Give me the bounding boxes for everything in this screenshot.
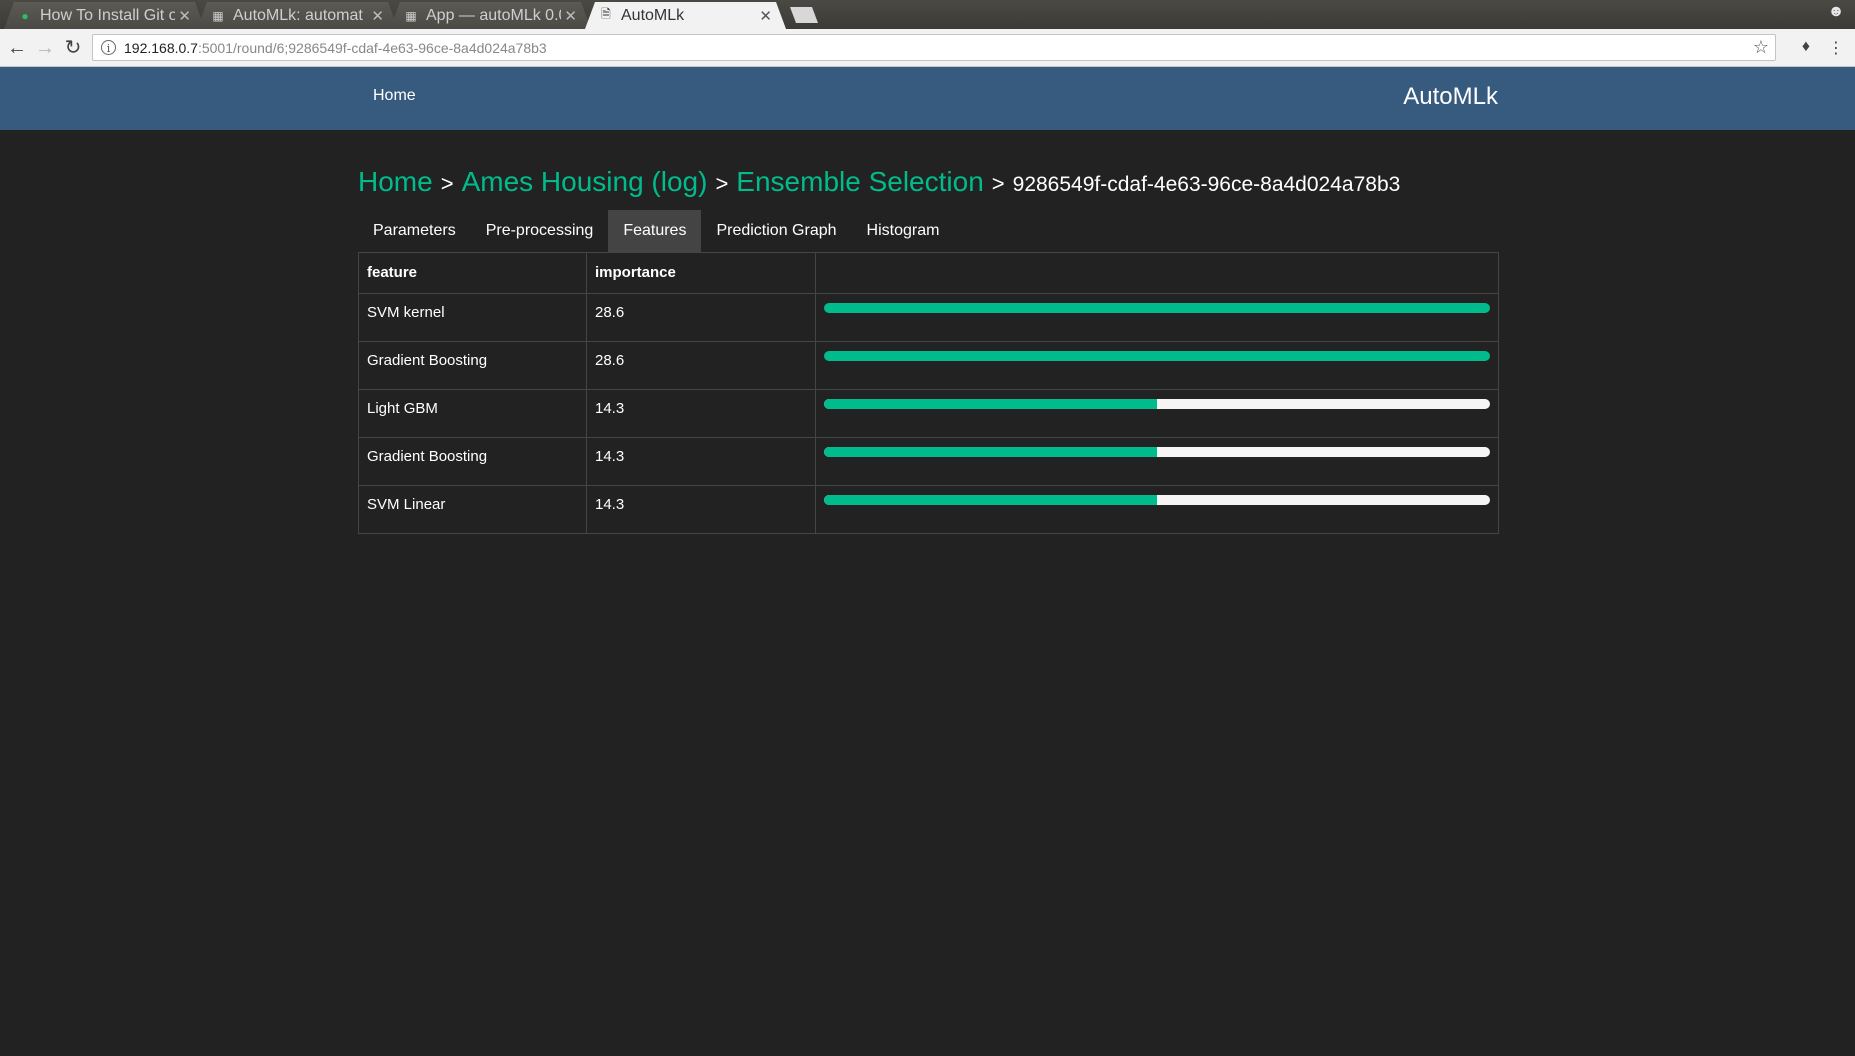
breadcrumb-model-link[interactable]: Ensemble Selection <box>736 166 983 198</box>
header-feature: feature <box>358 252 587 294</box>
section-tabs: Parameters Pre-processing Features Predi… <box>358 210 954 252</box>
brand-title[interactable]: AutoMLk <box>1403 83 1498 111</box>
importance-cell: 14.3 <box>586 485 816 534</box>
doc-icon: ▦ <box>405 8 417 23</box>
table-row: Light GBM 14.3 <box>358 389 1499 438</box>
feature-cell: Gradient Boosting <box>358 341 587 390</box>
menu-icon[interactable]: ⋮ <box>1826 38 1846 58</box>
breadcrumb-dataset-link[interactable]: Ames Housing (log) <box>462 166 708 198</box>
importance-cell: 28.6 <box>586 341 816 390</box>
feature-importance-table: feature importance SVM kernel 28.6 Gradi… <box>358 252 1499 534</box>
importance-bar <box>824 399 1490 409</box>
info-icon[interactable]: i <box>101 40 116 55</box>
browser-tab-2[interactable]: ▦ App — autoMLk 0.0 ✕ <box>390 2 591 29</box>
breadcrumb-separator: > <box>715 171 729 196</box>
browser-tab-title: AutoMLk <box>621 6 685 24</box>
tab-features[interactable]: Features <box>608 210 702 252</box>
importance-bar <box>824 303 1490 313</box>
doc-icon: ▦ <box>212 8 224 23</box>
table-row: Gradient Boosting 28.6 <box>358 341 1499 390</box>
table-row: Gradient Boosting 14.3 <box>358 437 1499 486</box>
tab-pre-processing[interactable]: Pre-processing <box>471 210 609 252</box>
browser-tab-title: AutoMLk: automat <box>233 6 363 24</box>
app-navbar: Home AutoMLk <box>0 67 1855 130</box>
importance-cell: 28.6 <box>586 293 816 342</box>
importance-bar-fill <box>824 399 1157 409</box>
table-row: SVM kernel 28.6 <box>358 293 1499 342</box>
url-path: :5001/round/6;9286549f-cdaf-4e63-96ce-8a… <box>197 39 547 56</box>
bar-cell <box>815 437 1499 486</box>
tab-prediction-graph[interactable]: Prediction Graph <box>701 210 851 252</box>
new-tab-button[interactable] <box>790 7 818 23</box>
importance-bar <box>824 447 1490 457</box>
reload-icon[interactable]: ↻ <box>62 37 84 59</box>
close-icon[interactable]: ✕ <box>371 7 384 25</box>
tab-parameters[interactable]: Parameters <box>358 210 471 252</box>
table-header-row: feature importance <box>358 252 1499 294</box>
nav-home-link[interactable]: Home <box>373 87 416 105</box>
feature-cell: Gradient Boosting <box>358 437 587 486</box>
feature-cell: SVM kernel <box>358 293 587 342</box>
importance-bar-fill <box>824 495 1157 505</box>
address-bar[interactable]: i 192.168.0.7:5001/round/6;9286549f-cdaf… <box>92 34 1776 61</box>
bar-cell <box>815 293 1499 342</box>
importance-bar <box>824 495 1490 505</box>
browser-tab-1[interactable]: ▦ AutoMLk: automat ✕ <box>197 2 398 29</box>
browser-toolbar: ← → ↻ i 192.168.0.7:5001/round/6;9286549… <box>0 29 1855 67</box>
browser-tab-strip: ● How To Install Git o ✕ ▦ AutoMLk: auto… <box>0 0 1855 29</box>
browser-tab-0[interactable]: ● How To Install Git o ✕ <box>4 2 205 29</box>
breadcrumb: Home > Ames Housing (log) > Ensemble Sel… <box>358 166 1400 206</box>
breadcrumb-separator: > <box>440 171 454 196</box>
importance-bar-fill <box>824 303 1490 313</box>
bar-cell <box>815 341 1499 390</box>
importance-bar <box>824 351 1490 361</box>
importance-cell: 14.3 <box>586 389 816 438</box>
header-bar <box>815 252 1499 294</box>
evernote-extension-icon[interactable]: ♦ <box>1796 38 1816 58</box>
profile-icon[interactable]: ☻ <box>1827 3 1845 21</box>
close-icon[interactable]: ✕ <box>759 7 772 25</box>
browser-tab-3[interactable]: 🗎 AutoMLk ✕ <box>585 2 786 29</box>
evernote-icon: ● <box>21 8 29 23</box>
header-importance: importance <box>586 252 816 294</box>
tab-histogram[interactable]: Histogram <box>852 210 955 252</box>
breadcrumb-home-link[interactable]: Home <box>358 166 433 198</box>
bar-cell <box>815 485 1499 534</box>
back-icon[interactable]: ← <box>6 37 28 59</box>
breadcrumb-round-id: 9286549f-cdaf-4e63-96ce-8a4d024a78b3 <box>1012 173 1401 196</box>
bar-cell <box>815 389 1499 438</box>
importance-bar-fill <box>824 351 1490 361</box>
breadcrumb-separator: > <box>991 171 1005 196</box>
page-icon: 🗎 <box>601 7 611 21</box>
bookmark-star-icon[interactable]: ☆ <box>1753 37 1769 58</box>
forward-icon[interactable]: → <box>34 37 56 59</box>
importance-cell: 14.3 <box>586 437 816 486</box>
importance-bar-fill <box>824 447 1157 457</box>
browser-tab-title: App — autoMLk 0.0 <box>426 6 561 24</box>
close-icon[interactable]: ✕ <box>564 7 577 25</box>
close-icon[interactable]: ✕ <box>178 7 191 25</box>
feature-cell: Light GBM <box>358 389 587 438</box>
url-host: 192.168.0.7 <box>124 39 198 56</box>
table-row: SVM Linear 14.3 <box>358 485 1499 534</box>
browser-tab-title: How To Install Git o <box>40 6 175 24</box>
feature-cell: SVM Linear <box>358 485 587 534</box>
